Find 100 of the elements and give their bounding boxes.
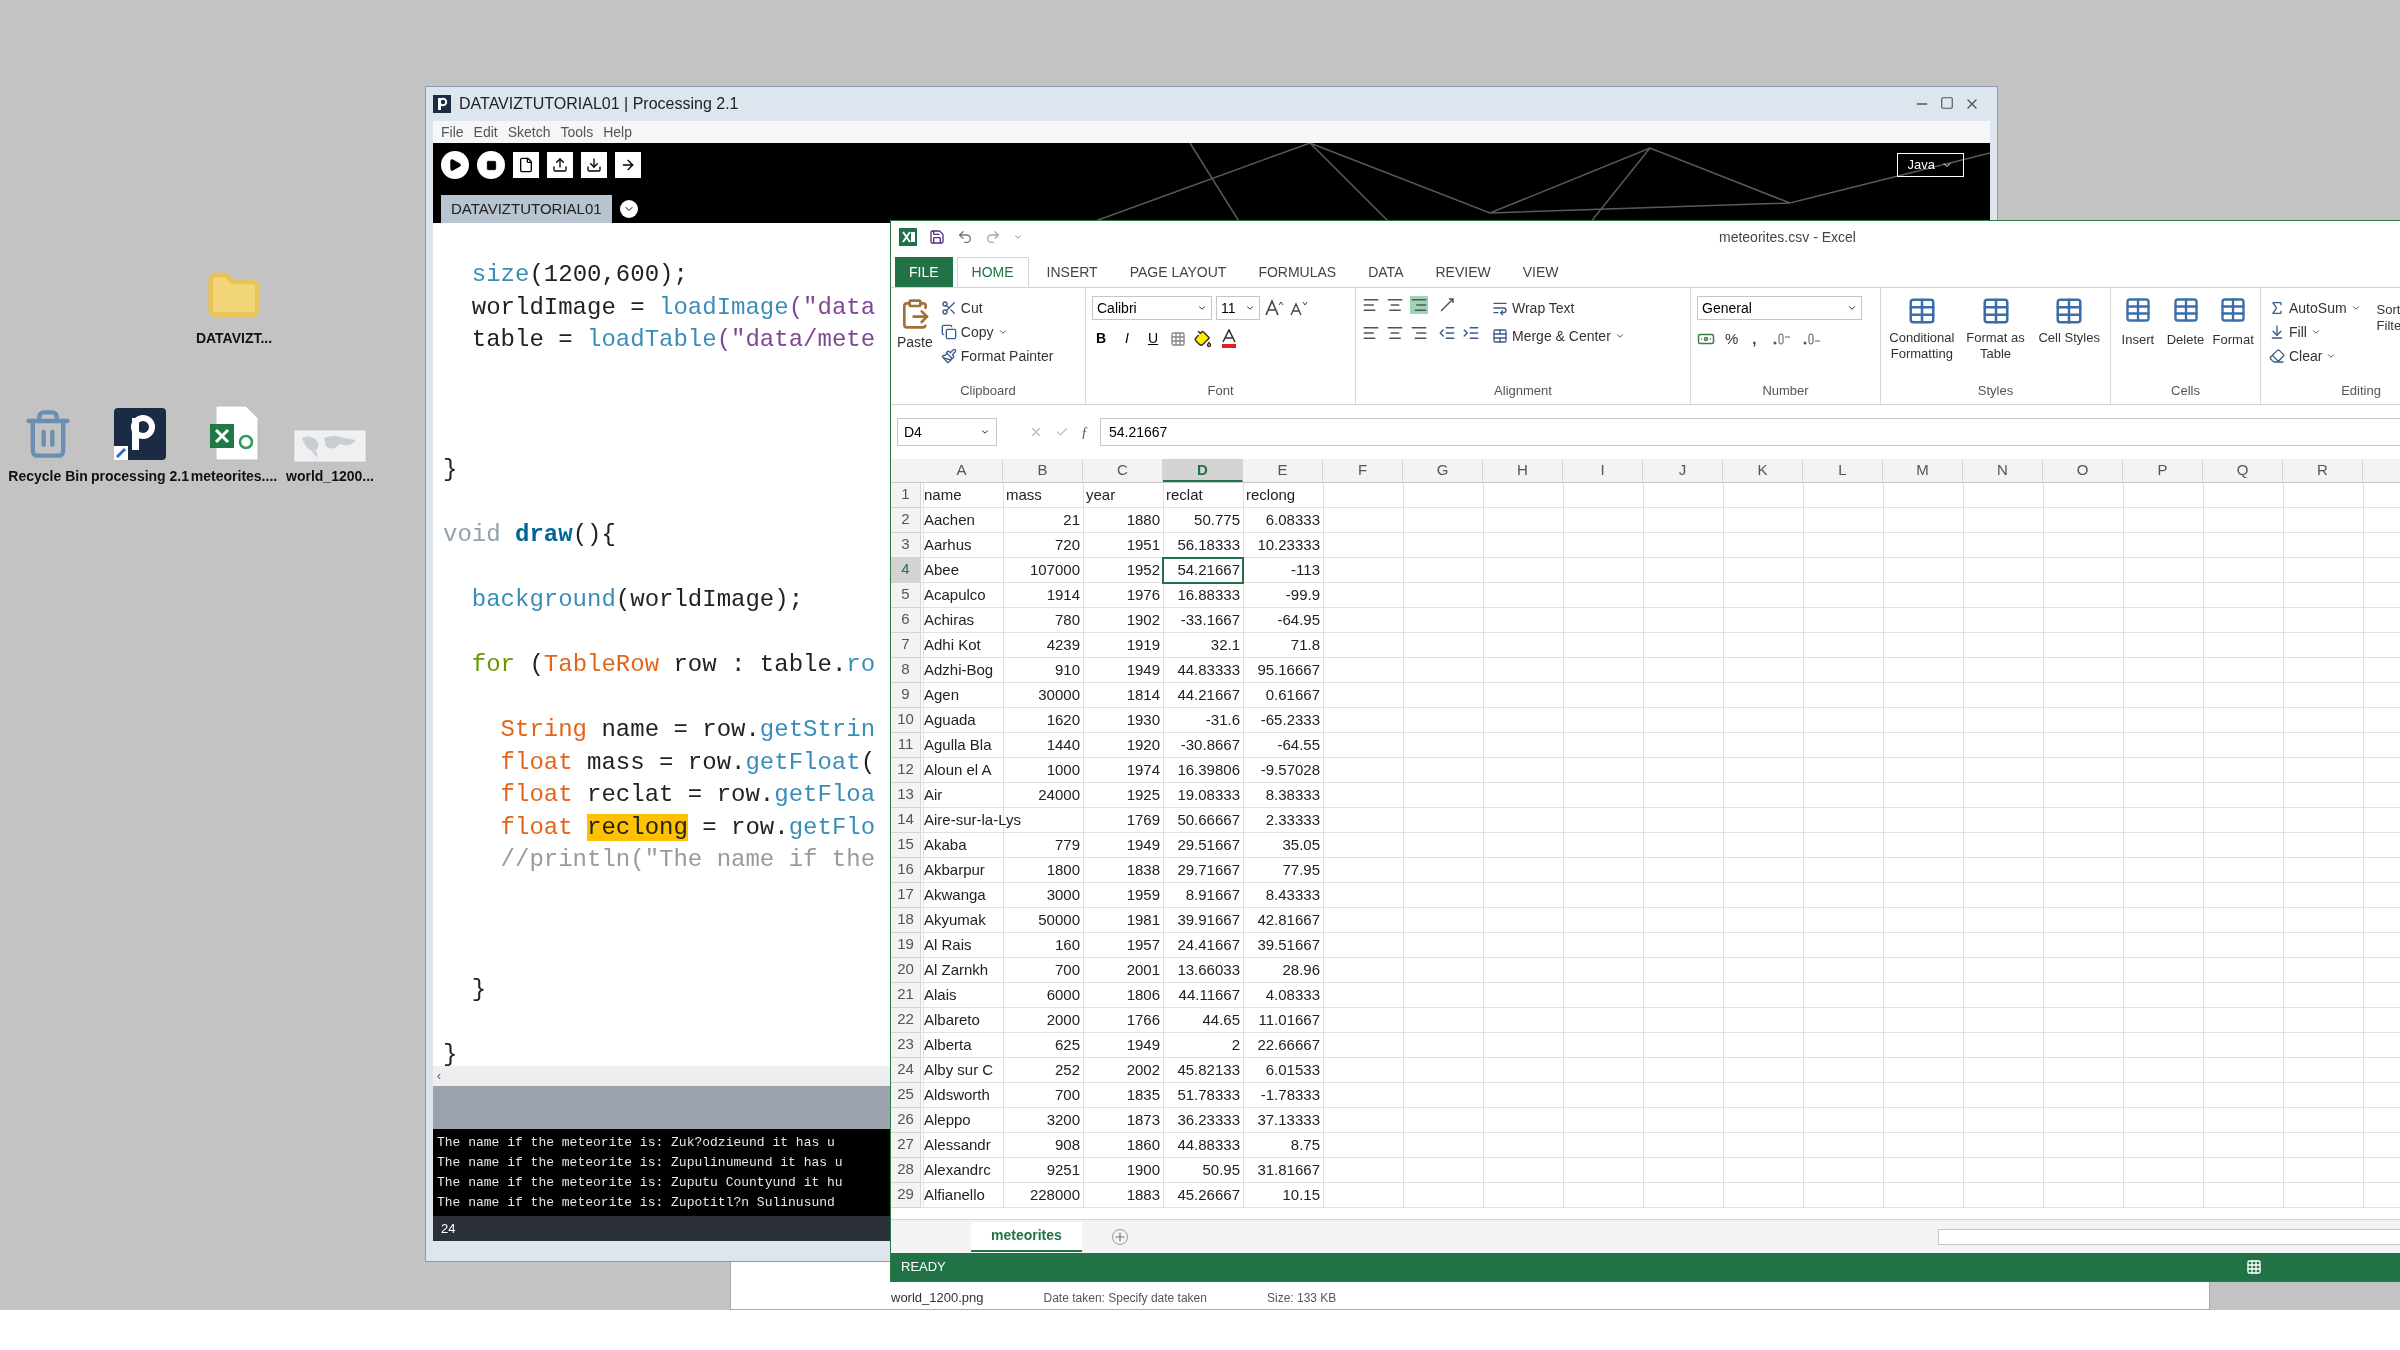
wrap-text-button[interactable]: Wrap Text xyxy=(1490,296,1627,320)
ribbon-tab[interactable]: FORMULAS xyxy=(1244,257,1351,287)
mode-button[interactable]: Java xyxy=(1896,153,1964,177)
row-header[interactable]: 8 xyxy=(891,658,921,683)
column-header[interactable]: A xyxy=(921,459,1003,482)
sort-label[interactable]: Sort xyxy=(2376,302,2400,318)
column-header[interactable]: E xyxy=(1243,459,1323,482)
fill-color-icon[interactable] xyxy=(1194,329,1212,348)
cells-button[interactable]: Format xyxy=(2212,296,2254,350)
menu-item[interactable]: Edit xyxy=(473,121,498,143)
cells-button[interactable]: Delete xyxy=(2164,296,2207,350)
column-header[interactable]: Q xyxy=(2203,459,2283,482)
row-header[interactable]: 3 xyxy=(891,533,921,558)
row-header[interactable]: 1 xyxy=(891,483,921,508)
column-header[interactable]: I xyxy=(1563,459,1643,482)
column-header[interactable]: K xyxy=(1723,459,1803,482)
row-header[interactable]: 19 xyxy=(891,933,921,958)
row-header[interactable]: 12 xyxy=(891,758,921,783)
paste-button[interactable]: Paste xyxy=(897,296,933,366)
number-format-field[interactable]: General xyxy=(1697,296,1862,320)
column-header[interactable]: M xyxy=(1883,459,1963,482)
bold-button[interactable]: B xyxy=(1092,328,1110,349)
fill-button[interactable]: Fill xyxy=(2267,320,2363,344)
stop-button[interactable] xyxy=(477,151,505,179)
bottom-align-icon[interactable] xyxy=(1410,296,1428,314)
comma-button[interactable]: , xyxy=(1748,328,1761,351)
column-header[interactable]: L xyxy=(1803,459,1883,482)
cut-button[interactable]: Cut xyxy=(938,296,1056,320)
styles-button[interactable]: Cell Styles xyxy=(2034,296,2104,346)
row-header[interactable]: 27 xyxy=(891,1133,921,1158)
row-header[interactable]: 21 xyxy=(891,983,921,1008)
align-right-icon[interactable] xyxy=(1410,324,1428,342)
increase-indent-icon[interactable] xyxy=(1462,324,1480,342)
decrease-indent-icon[interactable] xyxy=(1438,324,1456,342)
sketch-tab[interactable]: DATAVIZTUTORIAL01 xyxy=(441,195,612,223)
font-color-icon[interactable] xyxy=(1220,328,1238,349)
insert-function-button[interactable]: ƒ xyxy=(1081,421,1088,443)
row-header[interactable]: 11 xyxy=(891,733,921,758)
row-header[interactable]: 9 xyxy=(891,683,921,708)
row-header[interactable]: 13 xyxy=(891,783,921,808)
icon-label[interactable]: world_1200... xyxy=(286,468,374,484)
icon-label[interactable]: DATAVIZT... xyxy=(195,330,273,346)
ribbon-tab[interactable]: INSERT xyxy=(1032,257,1112,287)
cells-button[interactable]: Insert xyxy=(2117,296,2159,350)
ribbon-tab[interactable]: PAGE LAYOUT xyxy=(1115,257,1241,287)
ribbon-tab[interactable]: DATA xyxy=(1354,257,1418,287)
undo-icon[interactable] xyxy=(957,229,973,245)
column-header[interactable]: P xyxy=(2123,459,2203,482)
align-left-icon[interactable] xyxy=(1362,324,1380,342)
row-header[interactable]: 16 xyxy=(891,858,921,883)
column-header[interactable]: G xyxy=(1403,459,1483,482)
toolbar-button[interactable] xyxy=(615,152,641,178)
name-box[interactable]: D4 xyxy=(897,418,997,446)
active-cell[interactable]: 54.21667 xyxy=(1163,558,1243,583)
merge-center-button[interactable]: Merge & Center xyxy=(1490,324,1627,348)
menu-item[interactable]: Help xyxy=(603,121,632,143)
font-name-field[interactable]: Calibri xyxy=(1092,296,1212,320)
toolbar-button[interactable] xyxy=(581,152,607,178)
toolbar-button[interactable] xyxy=(547,152,573,178)
row-header[interactable]: 14 xyxy=(891,808,921,833)
maximize-icon[interactable] xyxy=(1940,96,1954,110)
icon-label[interactable]: Recycle Bin xyxy=(8,468,88,484)
horizontal-scrollbar[interactable] xyxy=(1937,1228,2400,1245)
row-header[interactable]: 2 xyxy=(891,508,921,533)
column-header[interactable]: O xyxy=(2043,459,2123,482)
row-header[interactable]: 7 xyxy=(891,633,921,658)
sheet-tab[interactable]: meteorites xyxy=(971,1221,1082,1252)
row-header[interactable]: 22 xyxy=(891,1008,921,1033)
clear-button[interactable]: Clear xyxy=(2267,344,2363,368)
shrink-font-icon[interactable] xyxy=(1288,299,1308,317)
row-header[interactable]: 5 xyxy=(891,583,921,608)
row-header[interactable]: 15 xyxy=(891,833,921,858)
styles-button[interactable]: Format as Table xyxy=(1960,296,2031,362)
row-header[interactable]: 29 xyxy=(891,1183,921,1208)
format-painter-button[interactable]: Format Painter xyxy=(938,344,1056,368)
row-header[interactable]: 26 xyxy=(891,1108,921,1133)
row-header[interactable]: 10 xyxy=(891,708,921,733)
row-header[interactable]: 20 xyxy=(891,958,921,983)
row-header[interactable]: 6 xyxy=(891,608,921,633)
column-header[interactable]: D xyxy=(1163,459,1243,482)
row-header[interactable]: 17 xyxy=(891,883,921,908)
tab-menu-icon[interactable] xyxy=(619,200,638,218)
copy-button[interactable]: Copy xyxy=(938,320,1056,344)
row-header[interactable]: 18 xyxy=(891,908,921,933)
row-header[interactable]: 24 xyxy=(891,1058,921,1083)
toolbar-button[interactable] xyxy=(513,152,539,178)
icon-label[interactable]: meteorites.... xyxy=(190,468,278,484)
percent-button[interactable]: % xyxy=(1725,328,1739,351)
grow-font-icon[interactable] xyxy=(1264,299,1284,317)
italic-button[interactable]: I xyxy=(1118,328,1136,349)
menu-item[interactable]: Sketch xyxy=(507,121,551,143)
align-center-icon[interactable] xyxy=(1386,324,1404,342)
menu-item[interactable]: File xyxy=(441,121,464,143)
ribbon-tab[interactable]: HOME xyxy=(956,257,1029,287)
ribbon-tab[interactable]: VIEW xyxy=(1508,257,1573,287)
run-button[interactable] xyxy=(441,151,469,179)
font-size-field[interactable]: 11 xyxy=(1216,296,1260,320)
column-header[interactable]: N xyxy=(1963,459,2043,482)
column-header[interactable]: J xyxy=(1643,459,1723,482)
middle-align-icon[interactable] xyxy=(1386,296,1404,314)
